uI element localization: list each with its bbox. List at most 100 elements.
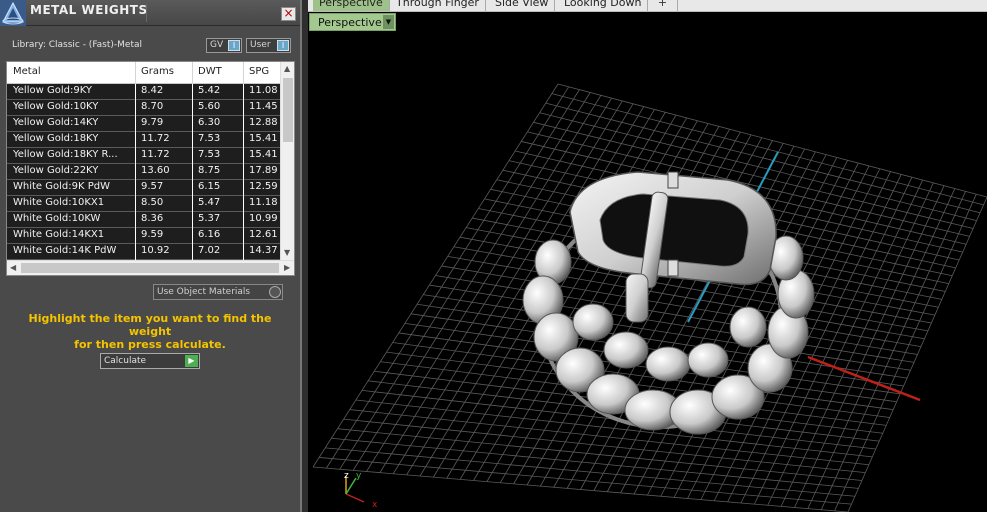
table-row[interactable]: Yellow Gold:9KY 8.42 5.42 11.08 — [7, 84, 280, 100]
table-cell: White Gold:10KW — [13, 213, 101, 224]
table-cell: 13.60 — [141, 165, 170, 176]
column-divider — [192, 84, 193, 100]
table-row[interactable]: White Gold:10KX1 8.50 5.47 11.18 — [7, 196, 280, 212]
column-divider — [243, 148, 244, 164]
table-row[interactable]: White Gold:14KX1 9.59 6.16 12.61 — [7, 228, 280, 244]
table-cell: 5.42 — [198, 85, 221, 96]
table-cell: 5.37 — [198, 213, 221, 224]
table-cell: 8.50 — [141, 197, 164, 208]
table-cell: Yellow Gold:18KY R... — [13, 149, 118, 160]
toggle-icon: I — [277, 40, 289, 51]
tab-perspective[interactable]: Perspective — [313, 0, 390, 11]
table-row[interactable]: Yellow Gold:10KY 8.70 5.60 11.45 — [7, 100, 280, 116]
column-header-spg[interactable]: SPG — [249, 66, 269, 77]
view-tab-bar: Perspective Through Finger Side View Loo… — [308, 0, 987, 12]
table-cell: White Gold:9K PdW — [13, 181, 110, 192]
column-divider — [243, 100, 244, 116]
grid-line — [847, 196, 987, 512]
table-cell: 7.53 — [198, 133, 221, 144]
calculate-button[interactable]: Calculate ▶ — [100, 353, 200, 369]
column-divider — [243, 196, 244, 212]
table-cell: 10.99 — [249, 213, 278, 224]
table-cell: White Gold:14KX1 — [13, 229, 105, 240]
table-cell: Yellow Gold:9KY — [13, 85, 92, 96]
column-divider — [135, 62, 136, 84]
calculate-label: Calculate — [104, 356, 147, 366]
table-row[interactable]: Yellow Gold:18KY 11.72 7.53 15.41 — [7, 132, 280, 148]
axis-z-label: z — [344, 471, 349, 481]
table-cell: 14.37 — [249, 245, 278, 256]
library-label: Library: Classic - (Fast)-Metal — [12, 40, 143, 50]
table-row[interactable]: Yellow Gold:22KY 13.60 8.75 17.89 — [7, 164, 280, 180]
tab-through-finger[interactable]: Through Finger — [390, 0, 486, 11]
grid-line — [331, 437, 859, 489]
app-logo-icon — [0, 0, 26, 26]
table-cell: 5.60 — [198, 101, 221, 112]
user-label: User — [250, 40, 271, 50]
scroll-left-icon[interactable]: ◀ — [10, 263, 16, 272]
scroll-down-icon[interactable]: ▼ — [284, 248, 290, 257]
table-cell: 11.72 — [141, 149, 170, 160]
table-row[interactable]: Yellow Gold:14KY 9.79 6.30 12.88 — [7, 116, 280, 132]
add-tab-icon[interactable]: + — [648, 0, 678, 11]
table-row[interactable]: White Gold:10KW 8.36 5.37 10.99 — [7, 212, 280, 228]
scroll-up-icon[interactable]: ▲ — [284, 64, 290, 73]
app-window: METAL WEIGHTS × Library: Classic - (Fast… — [0, 0, 987, 512]
column-divider — [192, 164, 193, 180]
table-row[interactable]: Yellow Gold:18KY R... 11.72 7.53 15.41 — [7, 148, 280, 164]
table-cell: 17.89 — [249, 165, 278, 176]
column-header-dwt[interactable]: DWT — [198, 66, 222, 77]
column-divider — [135, 100, 136, 116]
table-cell: 11.45 — [249, 101, 278, 112]
table-cell: Yellow Gold:22KY — [13, 165, 99, 176]
tab-looking-down[interactable]: Looking Down — [558, 0, 649, 11]
table-row[interactable]: White Gold:14K PdW 10.92 7.02 14.37 — [7, 244, 280, 260]
column-header-metal[interactable]: Metal — [13, 66, 41, 77]
viewport-view-selector[interactable]: Perspective ▼ — [309, 13, 396, 31]
column-divider — [135, 164, 136, 180]
instruction-line-1: Highlight the item you want to find the … — [28, 312, 272, 338]
table-cell: Yellow Gold:14KY — [13, 117, 99, 128]
gv-label: GV — [210, 40, 224, 50]
3d-viewport[interactable]: z y x Perspective ▼ — [308, 12, 987, 512]
x-axis-line — [807, 355, 921, 402]
user-toggle[interactable]: User I — [246, 38, 291, 53]
table-cell: 8.75 — [198, 165, 221, 176]
table-cell: 5.47 — [198, 197, 221, 208]
viewport-view-label: Perspective — [318, 16, 382, 29]
table-cell: 12.88 — [249, 117, 278, 128]
column-header-grams[interactable]: Grams — [141, 66, 174, 77]
scroll-right-icon[interactable]: ▶ — [284, 263, 290, 272]
viewport-canvas: z y x — [312, 83, 987, 512]
vertical-scrollbar[interactable]: ▲ ▼ — [280, 62, 294, 260]
column-divider — [135, 228, 136, 244]
column-divider — [135, 244, 136, 260]
table-cell: 6.30 — [198, 117, 221, 128]
toggle-icon: I — [228, 40, 240, 51]
column-divider — [135, 196, 136, 212]
column-divider — [243, 244, 244, 260]
table-cell: White Gold:10KX1 — [13, 197, 105, 208]
table-cell: White Gold:14K PdW — [13, 245, 117, 256]
column-divider — [243, 228, 244, 244]
column-divider — [243, 84, 244, 100]
close-button[interactable]: × — [281, 7, 296, 21]
vertical-scroll-thumb[interactable] — [283, 78, 293, 142]
table-cell: 10.92 — [141, 245, 170, 256]
column-divider — [192, 100, 193, 116]
horizontal-scrollbar[interactable]: ◀ ▶ — [7, 260, 294, 275]
instruction-line-2: for then press calculate. — [74, 338, 226, 351]
dropdown-arrow-icon[interactable]: ▼ — [383, 15, 394, 29]
use-object-materials-checkbox[interactable]: Use Object Materials — [153, 284, 283, 300]
table-cell: 7.53 — [198, 149, 221, 160]
table-row[interactable]: White Gold:9K PdW 9.57 6.15 12.59 — [7, 180, 280, 196]
horizontal-scroll-thumb[interactable] — [21, 263, 279, 273]
column-divider — [243, 132, 244, 148]
tab-side-view[interactable]: Side View — [489, 0, 556, 11]
table-body: Yellow Gold:9KY 8.42 5.42 11.08 Yellow Gold:… — [7, 84, 280, 260]
panel-splitter[interactable] — [300, 0, 308, 512]
table-cell: 9.59 — [141, 229, 164, 240]
gv-toggle[interactable]: GV I — [206, 38, 242, 53]
column-divider — [135, 116, 136, 132]
table-cell: 15.41 — [249, 149, 278, 160]
